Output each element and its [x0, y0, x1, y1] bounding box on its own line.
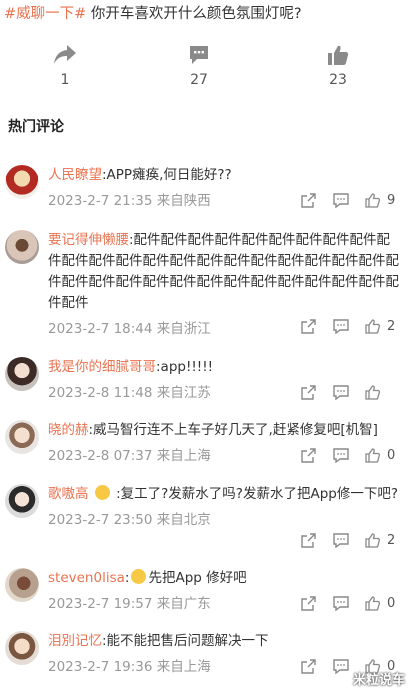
comment-date: 2023-2-8 07:37 [48, 448, 153, 464]
comment-text: 要记得伸懒腰:配件配件配件配件配件配件配件配件配件配件配件配件配件配件配件配件配… [48, 232, 399, 311]
comment-like-count: 0 [387, 448, 396, 463]
comment-bubble-icon [190, 46, 208, 64]
share-icon[interactable] [301, 448, 316, 463]
comment-date: 2023-2-7 21:35 [48, 193, 153, 209]
share-icon[interactable] [301, 385, 316, 400]
like-icon[interactable] [365, 596, 380, 611]
comment-button[interactable]: 27 [169, 40, 229, 88]
hot-comments-heading: 热门评论 [8, 119, 64, 135]
avatar[interactable] [5, 484, 39, 518]
comment-location: 来自浙江 [156, 321, 211, 337]
thumbs-up-icon [328, 45, 349, 65]
comment-text: 泪別记忆:能不能把售后问题解决一下 [48, 633, 269, 649]
comment-icon[interactable] [333, 533, 349, 548]
comment-meta: 2023-2-7 23:50 来自北京 [48, 509, 400, 531]
comment-username[interactable]: 我是你的细腻哥哥 [48, 359, 156, 375]
comment-username[interactable]: 人民瞭望 [48, 167, 102, 183]
emoji-icon [94, 485, 110, 500]
share-icon[interactable] [301, 193, 316, 208]
comment-username[interactable]: 晓的赫 [48, 422, 89, 438]
comment-icon[interactable] [333, 193, 349, 208]
comment-like-count: 9 [387, 193, 396, 208]
like-icon[interactable] [365, 385, 380, 400]
avatar[interactable] [5, 165, 39, 199]
like-count: 23 [329, 72, 347, 88]
like-icon[interactable] [365, 533, 380, 548]
post-action-bar: 1 27 23 [0, 40, 411, 100]
comment-like-count: 0 [387, 596, 396, 611]
share-count: 1 [60, 72, 70, 88]
comment-date: 2023-2-8 11:48 [48, 385, 153, 401]
comment-date: 2023-2-7 18:44 [48, 321, 153, 337]
comment-username[interactable]: 歌嗷高 [48, 486, 89, 502]
like-icon[interactable] [365, 448, 380, 463]
comment-icon[interactable] [333, 659, 349, 674]
comment-date: 2023-2-7 19:57 [48, 596, 153, 612]
comment-icon[interactable] [333, 596, 349, 611]
comment-location: 来自广东 [156, 596, 211, 612]
share-icon[interactable] [301, 596, 316, 611]
comment-username[interactable]: 要记得伸懒腰 [48, 232, 129, 248]
comment-like-count: 2 [387, 533, 396, 548]
avatar[interactable] [5, 631, 39, 665]
comment-username[interactable]: steven0lisa [48, 570, 125, 586]
share-icon[interactable] [301, 659, 316, 674]
comment-date: 2023-2-7 23:50 [48, 512, 153, 528]
avatar[interactable] [5, 230, 39, 264]
like-icon[interactable] [365, 193, 380, 208]
comment-text: steven0lisa: 先把App 修好吧 [48, 569, 247, 586]
post-title: #威聊一下# 你开车喜欢开什么颜色氛围灯呢? [4, 4, 404, 24]
like-icon[interactable] [365, 319, 380, 334]
comment-date: 2023-2-7 19:36 [48, 659, 153, 675]
comment-location: 来自北京 [156, 512, 211, 528]
comment-icon[interactable] [333, 319, 349, 334]
comment-location: 来自上海 [156, 659, 211, 675]
comment-text: 歌嗷高 :复工了?发薪水了吗?发薪水了把App修一下吧? [48, 485, 399, 502]
comment-icon[interactable] [333, 385, 349, 400]
share-icon[interactable] [301, 533, 316, 548]
comment-location: 来自陕西 [156, 193, 211, 209]
comment-text: 人民瞭望:APP瘫痪,何日能好?? [48, 167, 232, 183]
watermark-text: 米粒说车 [352, 673, 405, 688]
comment-location: 来自上海 [156, 448, 211, 464]
comment-count: 27 [190, 72, 208, 88]
share-arrow-icon [54, 45, 76, 64]
comment-icon[interactable] [333, 448, 349, 463]
share-icon[interactable] [301, 319, 316, 334]
comment-like-count: 2 [387, 319, 396, 334]
comment-location: 来自江苏 [156, 385, 211, 401]
avatar[interactable] [5, 568, 39, 602]
like-button[interactable]: 23 [308, 40, 368, 88]
emoji-icon [131, 569, 147, 584]
avatar[interactable] [5, 357, 39, 391]
avatar[interactable] [5, 420, 39, 454]
comment-text: 我是你的细腻哥哥:app!!!!! [48, 359, 214, 375]
topic-tag-link[interactable]: #威聊一下# [4, 6, 86, 22]
post-title-text: 你开车喜欢开什么颜色氛围灯呢? [90, 6, 302, 22]
comment-text: 晓的赫:威马智行连不上车子好几天了,赶紧修复吧[机智] [48, 422, 378, 438]
share-button[interactable]: 1 [35, 40, 95, 88]
comment-username[interactable]: 泪別记忆 [48, 633, 102, 649]
